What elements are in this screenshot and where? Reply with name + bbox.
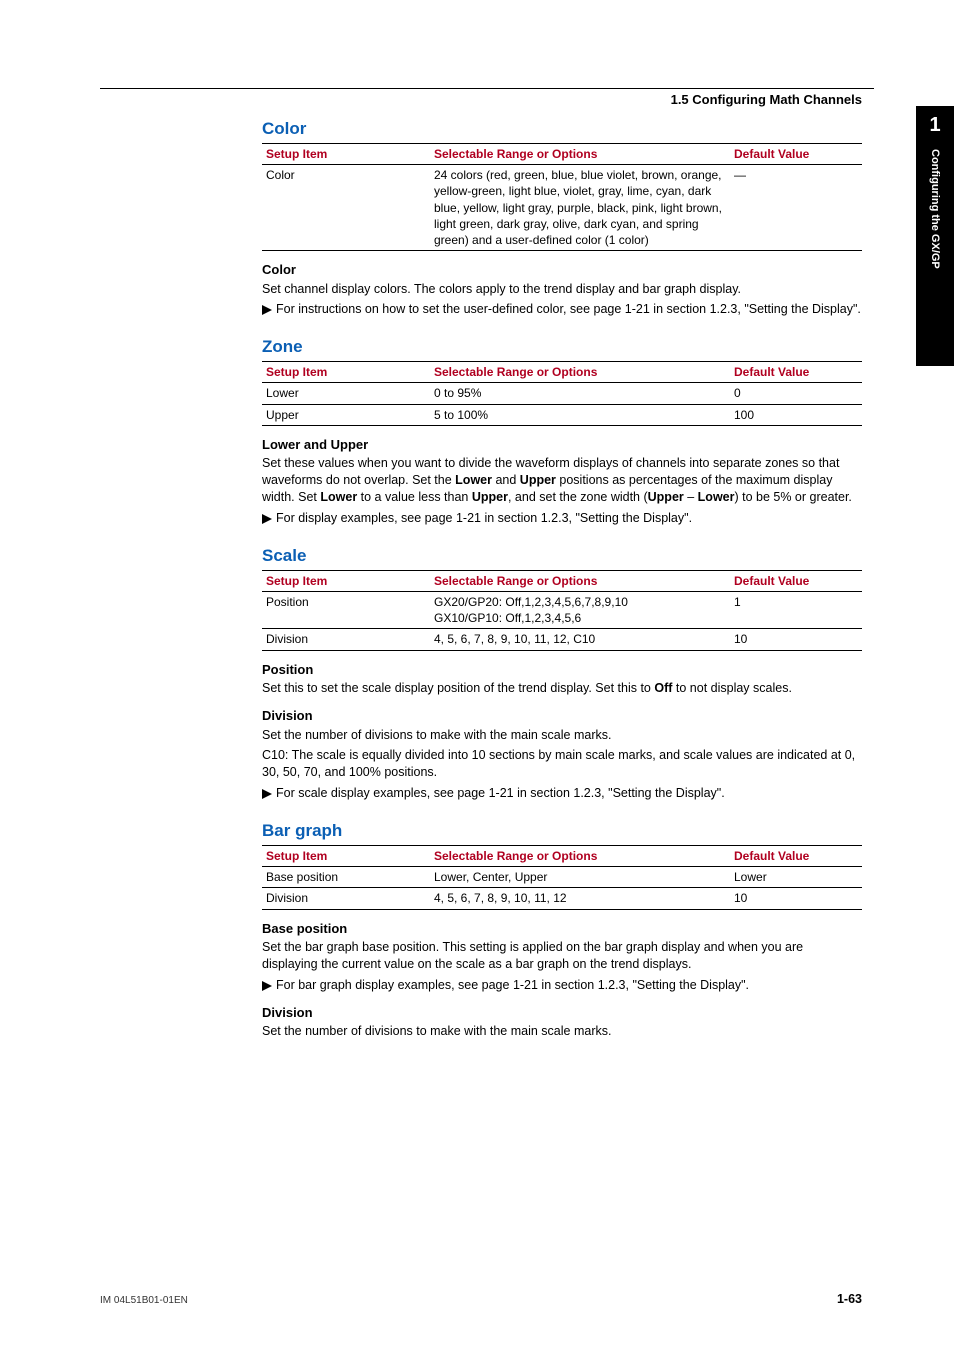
cell: 4, 5, 6, 7, 8, 9, 10, 11, 12, C10 bbox=[430, 629, 730, 650]
triangle-icon bbox=[262, 303, 272, 320]
table-row: Position GX20/GP20: Off,1,2,3,4,5,6,7,8,… bbox=[262, 592, 862, 629]
th-default: Default Value bbox=[730, 143, 862, 164]
subhead-base-position: Base position bbox=[262, 920, 862, 938]
cell: 1 bbox=[730, 592, 862, 629]
xref-text: For display examples, see page 1-21 in s… bbox=[276, 511, 692, 525]
triangle-icon bbox=[262, 979, 272, 996]
cell: 10 bbox=[730, 888, 862, 909]
para: Set channel display colors. The colors a… bbox=[262, 281, 862, 298]
cell: Position bbox=[262, 592, 430, 629]
table-color: Setup Item Selectable Range or Options D… bbox=[262, 143, 862, 251]
th-setup-item: Setup Item bbox=[262, 362, 430, 383]
th-default: Default Value bbox=[730, 846, 862, 867]
th-options: Selectable Range or Options bbox=[430, 846, 730, 867]
table-row: Color 24 colors (red, green, blue, blue … bbox=[262, 165, 862, 251]
table-row: Upper 5 to 100% 100 bbox=[262, 404, 862, 425]
t: to not display scales. bbox=[672, 681, 792, 695]
footer-page-number: 1-63 bbox=[837, 1292, 862, 1306]
triangle-icon bbox=[262, 787, 272, 804]
cell: Base position bbox=[262, 867, 430, 888]
t: Upper bbox=[648, 490, 684, 504]
subhead-color: Color bbox=[262, 261, 862, 279]
subhead-lower-upper: Lower and Upper bbox=[262, 436, 862, 454]
cell: 10 bbox=[730, 629, 862, 650]
cell: 100 bbox=[730, 404, 862, 425]
cell: Lower bbox=[730, 867, 862, 888]
t: , and set the zone width ( bbox=[508, 490, 648, 504]
xref: For scale display examples, see page 1-2… bbox=[262, 785, 862, 802]
cell: 0 to 95% bbox=[430, 383, 730, 404]
table-row: Base position Lower, Center, Upper Lower bbox=[262, 867, 862, 888]
table-scale: Setup Item Selectable Range or Options D… bbox=[262, 570, 862, 651]
t: and bbox=[492, 473, 520, 487]
th-options: Selectable Range or Options bbox=[430, 570, 730, 591]
cell: 0 bbox=[730, 383, 862, 404]
chapter-number: 1 bbox=[916, 106, 954, 137]
th-default: Default Value bbox=[730, 570, 862, 591]
cell: Lower, Center, Upper bbox=[430, 867, 730, 888]
t: Upper bbox=[472, 490, 508, 504]
cell: Color bbox=[262, 165, 430, 251]
t: Lower bbox=[320, 490, 357, 504]
para: C10: The scale is equally divided into 1… bbox=[262, 747, 862, 781]
section-color: Color Setup Item Selectable Range or Opt… bbox=[262, 118, 862, 318]
xref: For bar graph display examples, see page… bbox=[262, 977, 862, 994]
section-title-color: Color bbox=[262, 118, 862, 141]
xref-text: For bar graph display examples, see page… bbox=[276, 978, 749, 992]
subhead-division-2: Division bbox=[262, 1004, 862, 1022]
t: Upper bbox=[520, 473, 556, 487]
cell: 4, 5, 6, 7, 8, 9, 10, 11, 12 bbox=[430, 888, 730, 909]
section-title-zone: Zone bbox=[262, 336, 862, 359]
section-bargraph: Bar graph Setup Item Selectable Range or… bbox=[262, 820, 862, 1040]
triangle-icon bbox=[262, 512, 272, 529]
cell: 24 colors (red, green, blue, blue violet… bbox=[430, 165, 730, 251]
t: Lower bbox=[698, 490, 735, 504]
subhead-division: Division bbox=[262, 707, 862, 725]
cell: Lower bbox=[262, 383, 430, 404]
th-setup-item: Setup Item bbox=[262, 846, 430, 867]
cell: 5 to 100% bbox=[430, 404, 730, 425]
xref-text: For scale display examples, see page 1-2… bbox=[276, 786, 725, 800]
t: to a value less than bbox=[357, 490, 472, 504]
xref: For display examples, see page 1-21 in s… bbox=[262, 510, 862, 527]
para: Set this to set the scale display positi… bbox=[262, 680, 862, 697]
table-bargraph: Setup Item Selectable Range or Options D… bbox=[262, 845, 862, 910]
table-row: Lower 0 to 95% 0 bbox=[262, 383, 862, 404]
th-options: Selectable Range or Options bbox=[430, 362, 730, 383]
para: Set the number of divisions to make with… bbox=[262, 727, 862, 744]
table-row: Division 4, 5, 6, 7, 8, 9, 10, 11, 12, C… bbox=[262, 629, 862, 650]
section-zone: Zone Setup Item Selectable Range or Opti… bbox=[262, 336, 862, 527]
footer-doc-id: IM 04L51B01-01EN bbox=[100, 1295, 188, 1306]
chapter-tab: 1 Configuring the GX/GP bbox=[916, 106, 954, 366]
th-setup-item: Setup Item bbox=[262, 143, 430, 164]
header-rule bbox=[100, 88, 874, 89]
para: Set these values when you want to divide… bbox=[262, 455, 862, 506]
t: Off bbox=[654, 681, 672, 695]
cell: — bbox=[730, 165, 862, 251]
chapter-label: Configuring the GX/GP bbox=[929, 137, 941, 269]
t: Set this to set the scale display positi… bbox=[262, 681, 654, 695]
section-scale: Scale Setup Item Selectable Range or Opt… bbox=[262, 545, 862, 802]
th-options: Selectable Range or Options bbox=[430, 143, 730, 164]
th-setup-item: Setup Item bbox=[262, 570, 430, 591]
breadcrumb: 1.5 Configuring Math Channels bbox=[671, 92, 862, 107]
page-content: Color Setup Item Selectable Range or Opt… bbox=[262, 118, 862, 1058]
t: – bbox=[684, 490, 698, 504]
cell: Division bbox=[262, 629, 430, 650]
section-title-bargraph: Bar graph bbox=[262, 820, 862, 843]
cell: Upper bbox=[262, 404, 430, 425]
table-zone: Setup Item Selectable Range or Options D… bbox=[262, 361, 862, 426]
th-default: Default Value bbox=[730, 362, 862, 383]
t: ) to be 5% or greater. bbox=[734, 490, 851, 504]
table-row: Division 4, 5, 6, 7, 8, 9, 10, 11, 12 10 bbox=[262, 888, 862, 909]
section-title-scale: Scale bbox=[262, 545, 862, 568]
xref: For instructions on how to set the user-… bbox=[262, 301, 862, 318]
t: Lower bbox=[455, 473, 492, 487]
para: Set the number of divisions to make with… bbox=[262, 1023, 862, 1040]
para: Set the bar graph base position. This se… bbox=[262, 939, 862, 973]
cell: Division bbox=[262, 888, 430, 909]
cell: GX20/GP20: Off,1,2,3,4,5,6,7,8,9,10 GX10… bbox=[430, 592, 730, 629]
subhead-position: Position bbox=[262, 661, 862, 679]
xref-text: For instructions on how to set the user-… bbox=[276, 302, 861, 316]
